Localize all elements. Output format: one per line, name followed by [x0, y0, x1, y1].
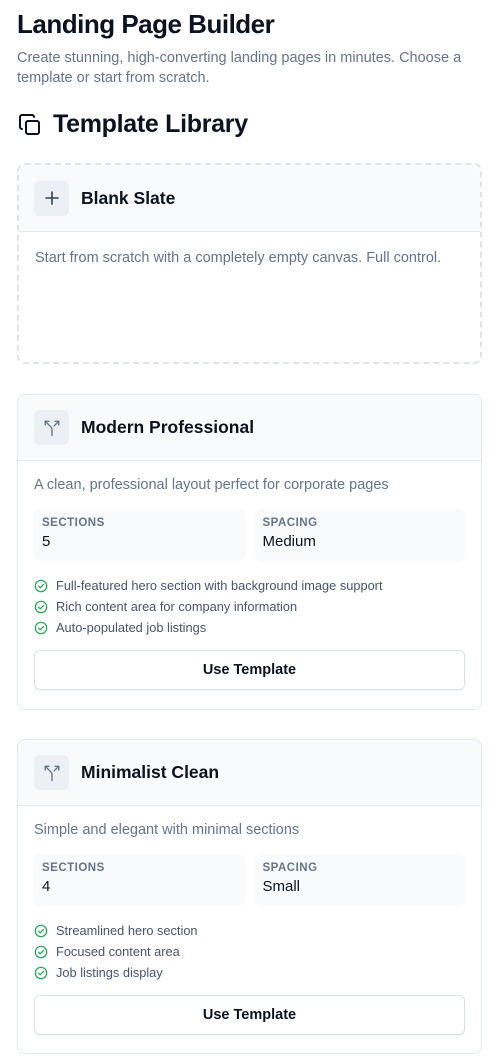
stat-label: SECTIONS	[42, 517, 105, 529]
feature-item: Job listings display	[34, 962, 465, 983]
feature-text: Focused content area	[56, 944, 180, 959]
feature-list: Streamlined hero section Focused content…	[34, 920, 465, 983]
card-description: Start from scratch with a completely emp…	[35, 250, 442, 266]
spacing-stat: SPACING Small	[254, 854, 465, 906]
card-description: Simple and elegant with minimal sections	[34, 822, 300, 838]
split-arrow-icon	[34, 755, 69, 790]
feature-item: Auto-populated job listings	[34, 617, 465, 638]
stat-value: Small	[262, 878, 301, 895]
template-card-minimalist-clean: Minimalist Clean Simple and elegant with…	[17, 739, 482, 1054]
page-title: Landing Page Builder	[17, 9, 275, 39]
card-title: Minimalist Clean	[81, 762, 220, 782]
stat-value: 4	[42, 878, 51, 895]
sections-stat: SECTIONS 4	[34, 854, 245, 906]
feature-text: Job listings display	[56, 965, 163, 980]
check-circle-icon	[34, 621, 48, 635]
template-stats: SECTIONS 5 SPACING Medium	[34, 509, 465, 561]
card-header: Modern Professional	[18, 395, 481, 461]
card-title: Modern Professional	[81, 417, 255, 437]
feature-item: Focused content area	[34, 941, 465, 962]
feature-item: Full-featured hero section with backgrou…	[34, 575, 465, 596]
use-template-button[interactable]: Use Template	[34, 650, 465, 690]
stat-value: Medium	[262, 533, 316, 550]
feature-item: Streamlined hero section	[34, 920, 465, 941]
split-arrow-icon	[34, 410, 69, 445]
blank-slate-card[interactable]: Blank Slate Start from scratch with a co…	[17, 163, 482, 364]
copy-icon	[17, 112, 43, 138]
check-circle-icon	[34, 924, 48, 938]
spacing-stat: SPACING Medium	[254, 509, 465, 561]
check-circle-icon	[34, 945, 48, 959]
use-template-button[interactable]: Use Template	[34, 995, 465, 1035]
template-stats: SECTIONS 4 SPACING Small	[34, 854, 465, 906]
feature-text: Auto-populated job listings	[56, 620, 207, 635]
check-circle-icon	[34, 579, 48, 593]
feature-text: Full-featured hero section with backgrou…	[56, 578, 383, 593]
stat-label: SPACING	[262, 517, 318, 529]
card-description: A clean, professional layout perfect for…	[34, 477, 389, 493]
section-title: Template Library	[53, 110, 248, 138]
stat-value: 5	[42, 533, 51, 550]
page-subtitle: Create stunning, high-converting landing…	[17, 50, 462, 86]
template-library-heading: Template Library	[17, 110, 248, 139]
template-card-modern-professional: Modern Professional A clean, professiona…	[17, 394, 482, 710]
stat-label: SPACING	[262, 862, 318, 874]
feature-item: Rich content area for company informatio…	[34, 596, 465, 617]
feature-text: Rich content area for company informatio…	[56, 599, 298, 614]
card-header: Minimalist Clean	[18, 740, 481, 806]
check-circle-icon	[34, 966, 48, 980]
stat-label: SECTIONS	[42, 862, 105, 874]
sections-stat: SECTIONS 5	[34, 509, 245, 561]
feature-list: Full-featured hero section with backgrou…	[34, 575, 465, 638]
check-circle-icon	[34, 600, 48, 614]
card-title: Blank Slate	[81, 187, 176, 208]
card-header: Blank Slate	[19, 165, 480, 232]
plus-icon	[34, 180, 69, 216]
feature-text: Streamlined hero section	[56, 923, 198, 938]
